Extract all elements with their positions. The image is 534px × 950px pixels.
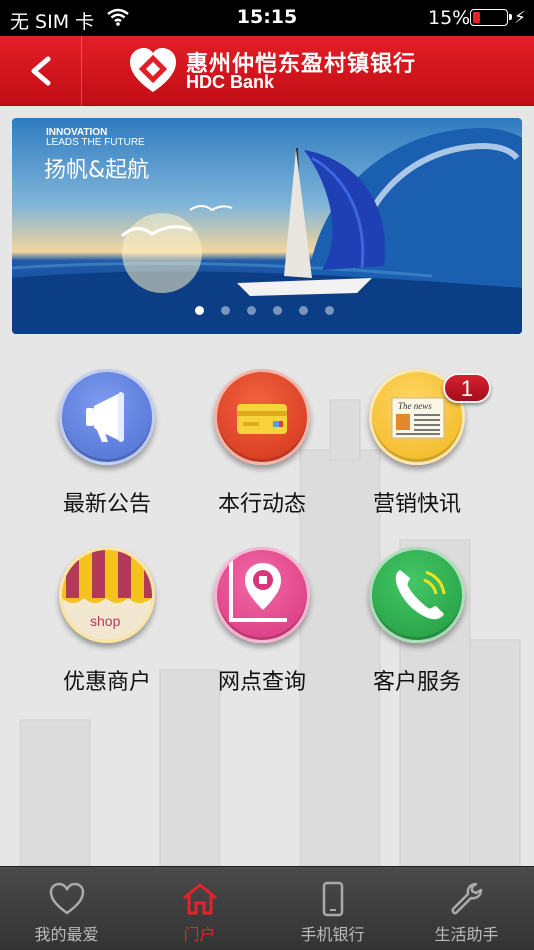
carousel-dot[interactable] (325, 306, 334, 315)
map-pin-icon (214, 547, 310, 643)
menu-item-branch-finder[interactable]: 网点查询 (202, 547, 322, 695)
carousel-dot[interactable] (195, 306, 204, 315)
heart-icon (49, 882, 85, 915)
bank-logo-icon (130, 48, 176, 92)
bank-name-en: HDC Bank (186, 72, 275, 92)
menu-item-bank-news[interactable]: 本行动态 (202, 369, 322, 517)
back-button[interactable] (0, 36, 82, 106)
slogan-en-line2: LEADS THE FUTURE (46, 137, 145, 148)
tab-mobile-banking[interactable]: 手机银行 (266, 867, 399, 950)
tab-favorites[interactable]: 我的最爱 (0, 867, 133, 950)
menu-label: 客户服务 (372, 670, 461, 695)
battery-percent: 15% (428, 7, 471, 29)
svg-text:The news: The news (398, 401, 432, 411)
menu-label: 优惠商户 (62, 670, 151, 695)
promo-banner[interactable]: INNOVATION LEADS THE FUTURE 扬帆&起航 (12, 118, 522, 334)
banner-slogan-cn: 扬帆&起航 (44, 158, 150, 183)
svg-text:shop: shop (90, 613, 121, 629)
chevron-left-icon (31, 56, 51, 86)
tab-label: 我的最爱 (34, 925, 99, 944)
menu-label: 网点查询 (217, 670, 306, 695)
tab-portal[interactable]: 门户 (133, 867, 266, 950)
card-icon (214, 369, 310, 465)
tab-bar: 我的最爱 门户 手机银行 生活助手 (0, 866, 534, 950)
menu-item-marketing-news[interactable]: The news 1 营销快讯 (357, 369, 491, 517)
menu-label: 营销快讯 (372, 492, 461, 517)
shop-icon: shop (59, 547, 155, 643)
carousel-dot[interactable] (247, 306, 256, 315)
megaphone-icon (59, 369, 155, 465)
menu-label: 本行动态 (217, 492, 306, 517)
menu-label: 最新公告 (62, 492, 151, 517)
app-header: 惠州仲恺东盈村镇银行 HDC Bank (0, 36, 534, 106)
phone-icon (369, 547, 465, 643)
tab-label: 生活助手 (434, 925, 499, 944)
carousel-indicator[interactable] (195, 300, 351, 315)
banner-slogan-en: INNOVATION LEADS THE FUTURE (46, 128, 145, 148)
carousel-dot[interactable] (273, 306, 282, 315)
tab-label: 门户 (183, 925, 216, 944)
tab-life-assistant[interactable]: 生活助手 (400, 867, 533, 950)
notification-badge: 1 (443, 373, 491, 403)
carousel-dot[interactable] (221, 306, 230, 315)
home-icon (183, 883, 217, 915)
tab-label: 手机银行 (300, 925, 365, 944)
carousel-dot[interactable] (299, 306, 308, 315)
menu-item-announcements[interactable]: 最新公告 (47, 369, 167, 517)
charging-icon: ⚡ (514, 8, 526, 28)
battery-icon (470, 9, 512, 26)
menu-item-customer-service[interactable]: 客户服务 (357, 547, 477, 695)
menu-item-merchants[interactable]: shop 优惠商户 (47, 547, 167, 695)
mobile-icon (322, 881, 344, 917)
status-bar: 无 SIM 卡 15:15 15% ⚡ (0, 0, 534, 36)
wrench-icon (451, 882, 483, 915)
